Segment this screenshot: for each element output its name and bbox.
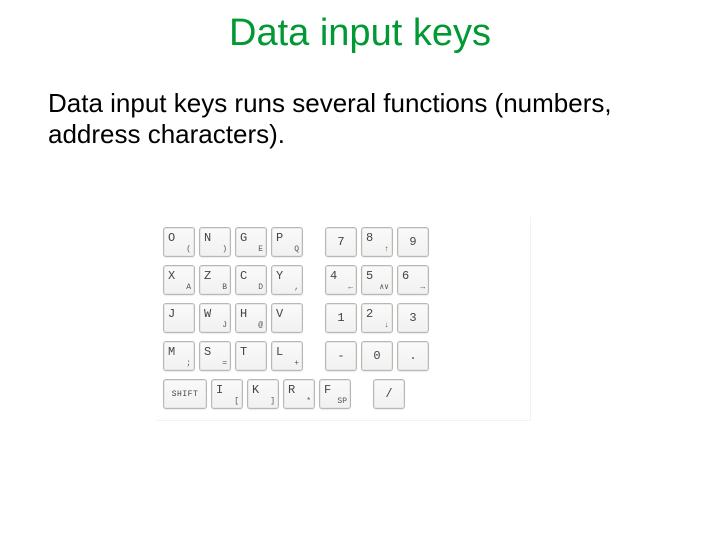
key: O( bbox=[163, 227, 195, 257]
key: . bbox=[397, 341, 429, 371]
key: CD bbox=[235, 265, 267, 295]
key: L+ bbox=[271, 341, 303, 371]
key: R* bbox=[283, 379, 315, 409]
key: - bbox=[325, 341, 357, 371]
key: FSP bbox=[319, 379, 351, 409]
key: 2↓ bbox=[361, 303, 393, 333]
keyboard-image: O( N) GE PQ 7 8↑ 9 XA ZB CD Y, 4← 5∧∨ 6→… bbox=[156, 216, 530, 420]
keyboard-row: XA ZB CD Y, 4← 5∧∨ 6→ bbox=[163, 265, 523, 295]
key: M; bbox=[163, 341, 195, 371]
key-gap bbox=[307, 341, 321, 371]
key: ZB bbox=[199, 265, 231, 295]
key: J bbox=[163, 303, 195, 333]
key: S= bbox=[199, 341, 231, 371]
keyboard-row: SHIFT I[ K] R* FSP / bbox=[163, 379, 523, 409]
key: Y, bbox=[271, 265, 303, 295]
key: N) bbox=[199, 227, 231, 257]
key: 5∧∨ bbox=[361, 265, 393, 295]
key: / bbox=[373, 379, 405, 409]
key: GE bbox=[235, 227, 267, 257]
key: I[ bbox=[211, 379, 243, 409]
key: V bbox=[271, 303, 303, 333]
slide: Data input keys Data input keys runs sev… bbox=[0, 0, 720, 540]
key: 8↑ bbox=[361, 227, 393, 257]
key: PQ bbox=[271, 227, 303, 257]
keyboard-row: M; S= T L+ - 0 . bbox=[163, 341, 523, 371]
key-gap bbox=[307, 227, 321, 257]
key: 0 bbox=[361, 341, 393, 371]
keyboard-row: J WJ H@ V 1 2↓ 3 bbox=[163, 303, 523, 333]
key: 1 bbox=[325, 303, 357, 333]
key: T bbox=[235, 341, 267, 371]
key-gap bbox=[307, 303, 321, 333]
key: 6→ bbox=[397, 265, 429, 295]
key: 9 bbox=[397, 227, 429, 257]
key: 7 bbox=[325, 227, 357, 257]
slide-title: Data input keys bbox=[0, 12, 720, 55]
key: WJ bbox=[199, 303, 231, 333]
key: 3 bbox=[397, 303, 429, 333]
keyboard-row: O( N) GE PQ 7 8↑ 9 bbox=[163, 227, 523, 257]
key: K] bbox=[247, 379, 279, 409]
key: XA bbox=[163, 265, 195, 295]
shift-key: SHIFT bbox=[163, 379, 207, 409]
key-gap bbox=[355, 379, 369, 409]
key: H@ bbox=[235, 303, 267, 333]
key: 4← bbox=[325, 265, 357, 295]
slide-body: Data input keys runs several functions (… bbox=[48, 88, 660, 150]
key-gap bbox=[307, 265, 321, 295]
